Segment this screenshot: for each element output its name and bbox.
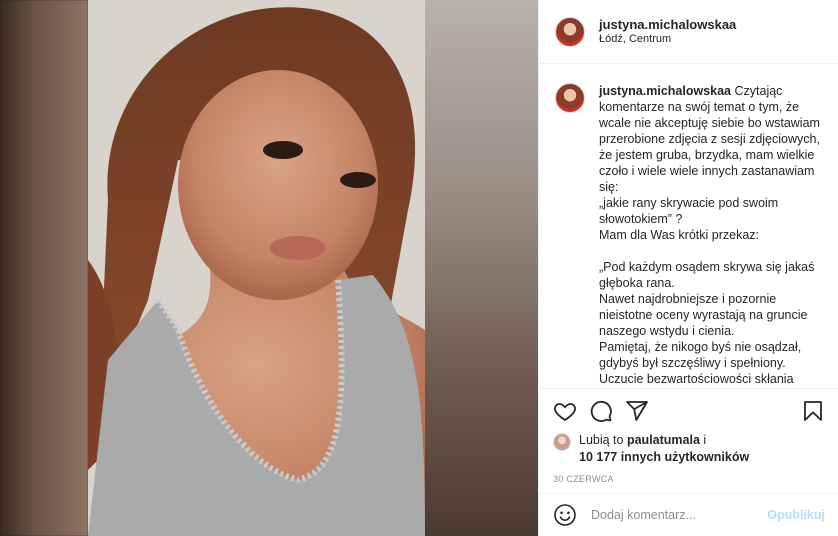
post-photo[interactable]: [88, 0, 425, 536]
liker-username[interactable]: paulatumala: [627, 433, 700, 447]
action-icons: [553, 399, 825, 423]
likes-prefix: Lubią to: [579, 433, 627, 447]
heart-icon[interactable]: [553, 399, 577, 423]
bookmark-icon[interactable]: [801, 399, 825, 423]
emoji-icon[interactable]: [553, 503, 577, 527]
comment-input[interactable]: [591, 508, 768, 522]
liker-avatar[interactable]: [553, 433, 571, 451]
likes-text: Lubią to paulatumala i 10 177 innych uży…: [579, 432, 749, 466]
caption-area[interactable]: justyna.michalowskaa Czytając komentarze…: [539, 65, 838, 387]
author-username[interactable]: justyna.michalowskaa: [599, 17, 736, 33]
post-date[interactable]: 30 CZERWCA: [553, 474, 825, 484]
caption-username[interactable]: justyna.michalowskaa: [599, 84, 731, 98]
post-header-text: justyna.michalowskaa Łódź, Centrum: [599, 17, 736, 47]
backdrop-left: [0, 0, 88, 536]
post-location[interactable]: Łódź, Centrum: [599, 33, 736, 47]
author-avatar[interactable]: [555, 16, 585, 47]
post-header: justyna.michalowskaa Łódź, Centrum: [539, 0, 838, 64]
comment-bar: Opublikuj: [539, 493, 838, 536]
likes-middle: i: [699, 433, 707, 447]
share-icon[interactable]: [625, 399, 649, 423]
caption-body: Czytając komentarze na swój temat o tym,…: [599, 84, 820, 386]
post-panel: justyna.michalowskaa Łódź, Centrum justy…: [538, 0, 838, 536]
post-photo-illustration: [88, 0, 425, 536]
caption-row: justyna.michalowskaa Czytając komentarze…: [555, 83, 823, 387]
post-actions: Lubią to paulatumala i 10 177 innych uży…: [539, 388, 838, 484]
likes-summary: Lubią to paulatumala i 10 177 innych uży…: [553, 432, 825, 466]
backdrop-right: [425, 0, 538, 536]
likes-count[interactable]: 10 177 innych użytkowników: [579, 450, 749, 464]
comment-icon[interactable]: [589, 399, 613, 423]
publish-button[interactable]: Opublikuj: [767, 508, 825, 522]
caption-avatar[interactable]: [555, 83, 585, 113]
caption-text: justyna.michalowskaa Czytając komentarze…: [599, 83, 823, 387]
